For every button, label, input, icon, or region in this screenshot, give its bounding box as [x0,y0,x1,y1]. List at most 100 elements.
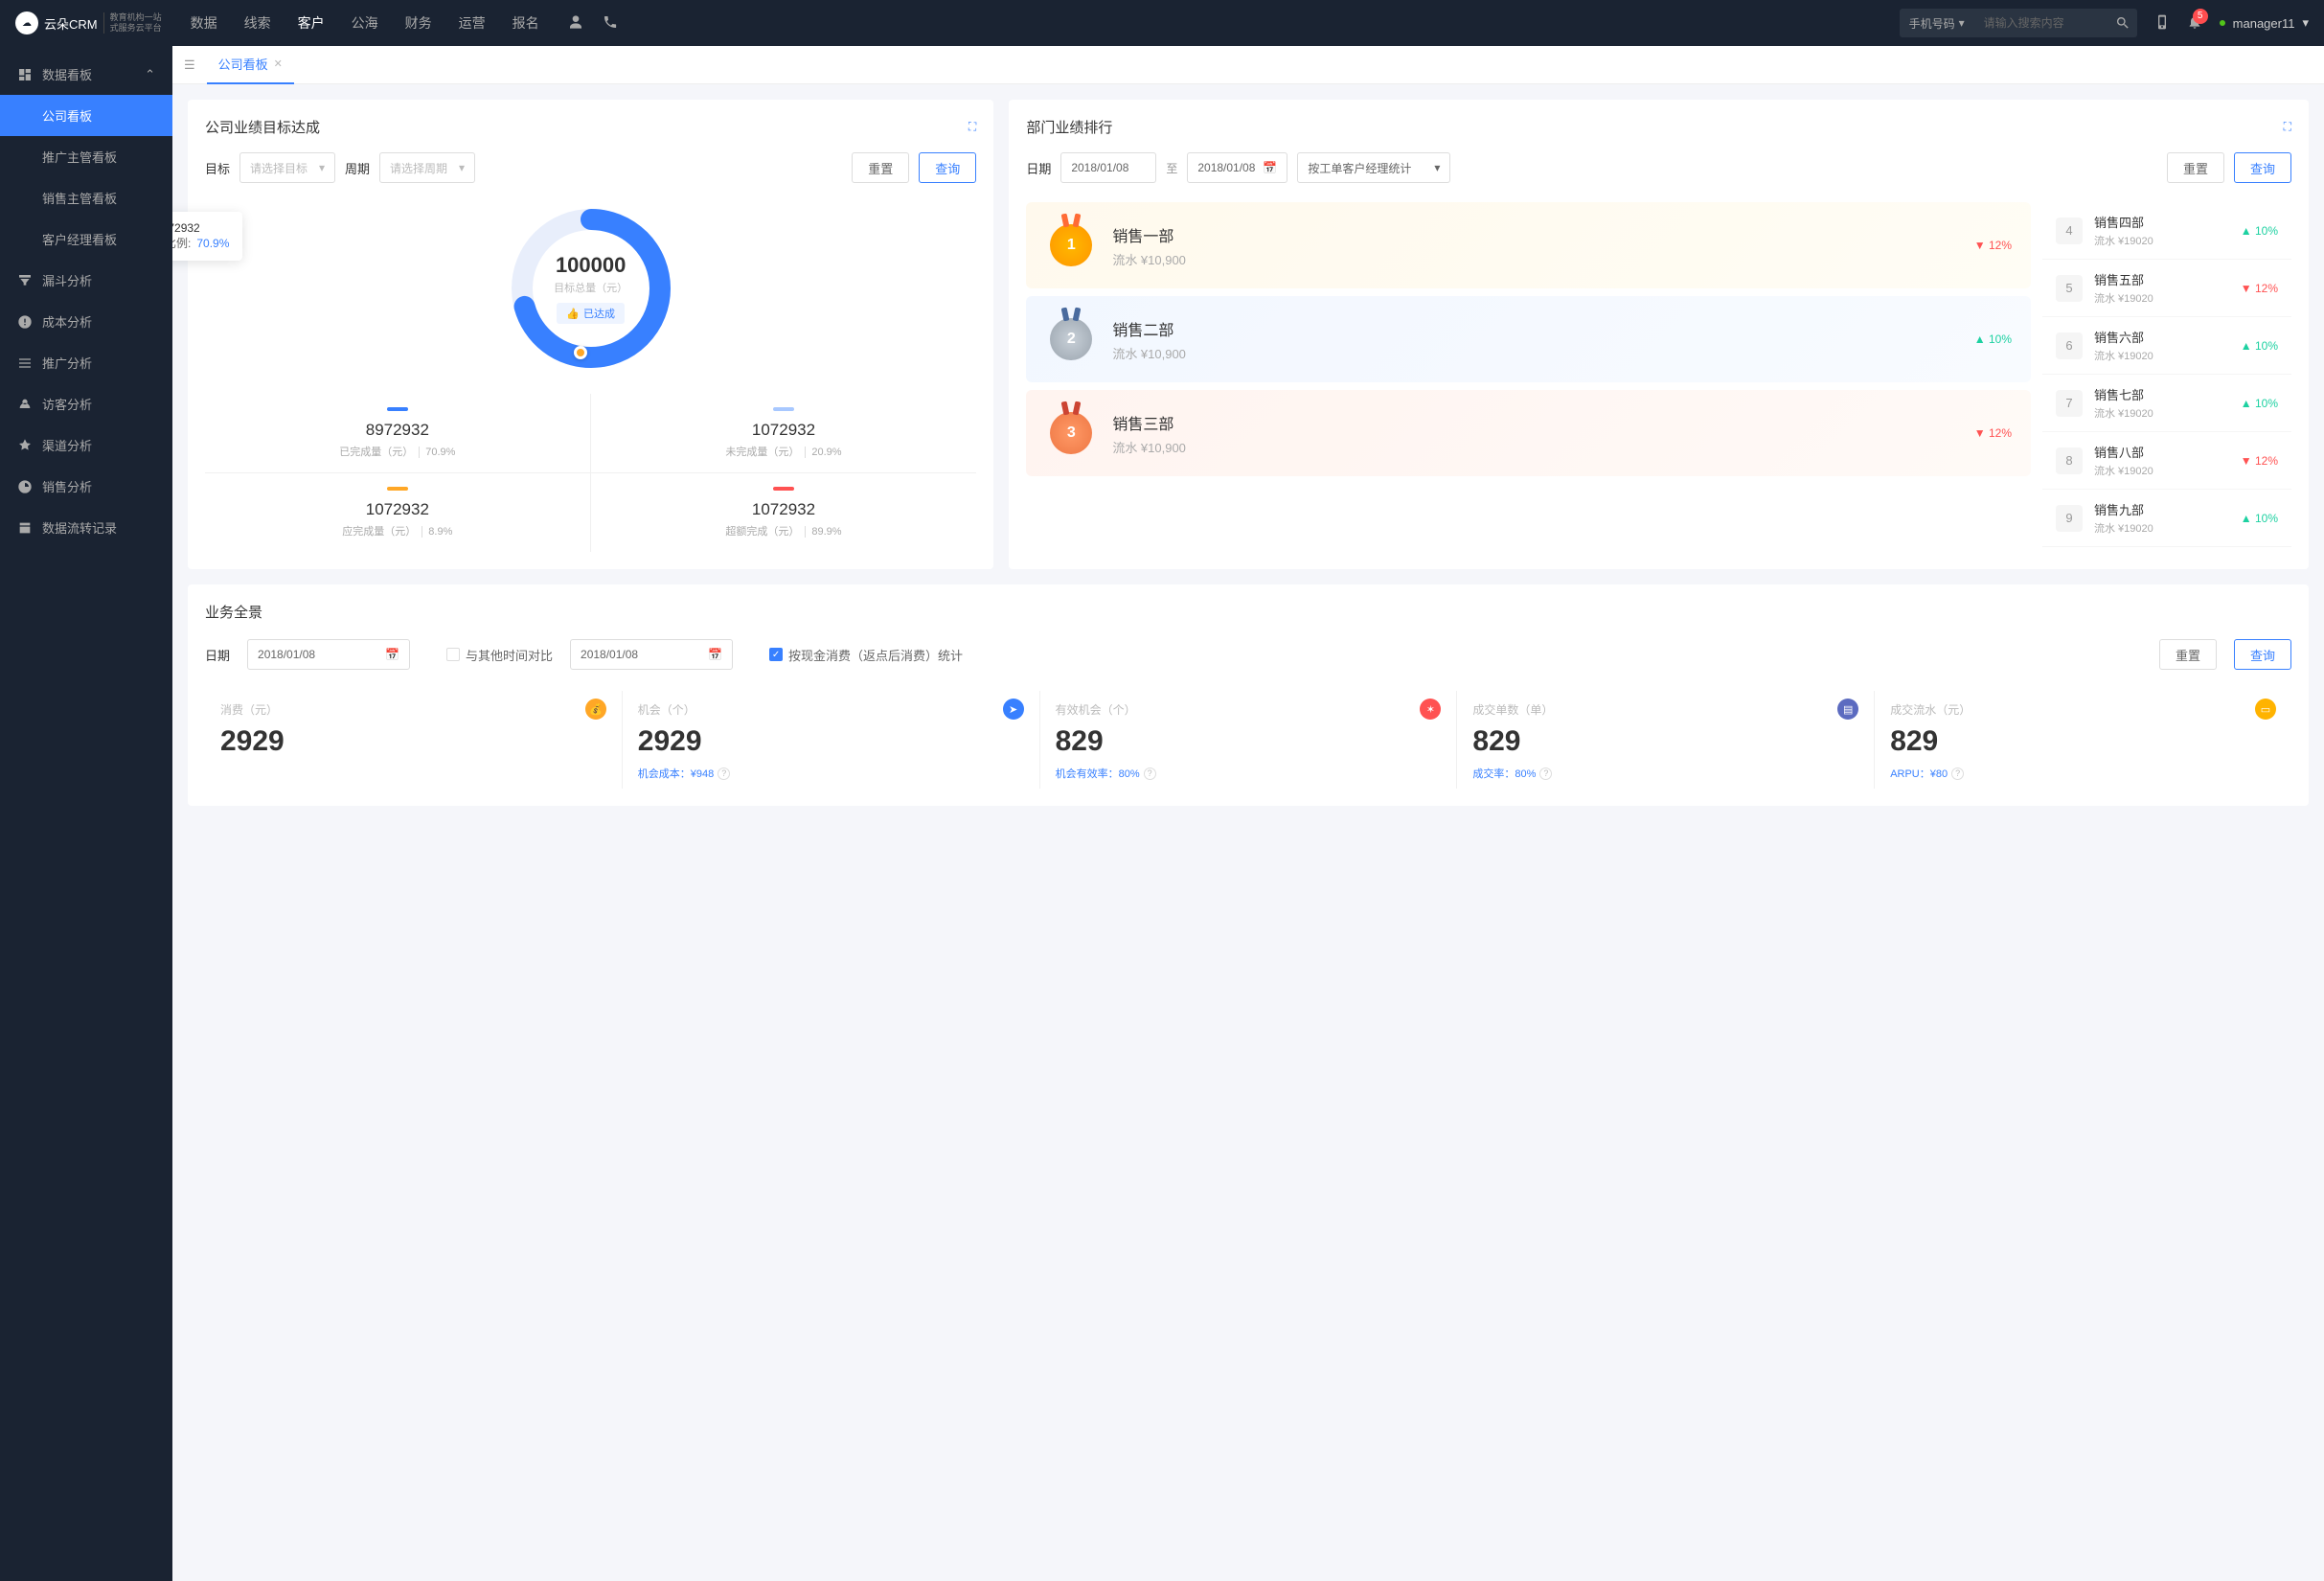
help-icon[interactable]: ? [1951,768,1964,780]
checkbox-icon [446,648,460,661]
nav-item-2[interactable]: 客户 [298,13,325,33]
sidebar-toggle-icon[interactable]: ☰ [184,57,195,73]
search-box: 手机号码▾ [1900,9,2137,37]
rank-card-title: 部门业绩排行 [1026,117,1112,137]
nav-item-6[interactable]: 报名 [513,13,539,33]
help-icon[interactable]: ? [1144,768,1156,780]
sidebar-icon [17,438,33,453]
cloud-icon: ☁ [15,11,38,34]
sidebar-sub-3[interactable]: 客户经理看板 [0,218,172,260]
rank-item-6[interactable]: 6销售六部流水 ¥19020▲ 10% [2042,317,2291,375]
date-separator: 至 [1166,160,1177,176]
goal-stat: 1072932应完成量（元）8.9% [205,473,591,552]
date-from-input[interactable]: 2018/01/08 [1060,152,1156,183]
rank-card-3[interactable]: 3销售三部流水 ¥10,900▼ 12% [1026,390,2031,476]
overview-date2-input[interactable]: 2018/01/08📅 [570,639,733,670]
sidebar-icon [17,479,33,494]
donut-chart: 100000 目标总量（元） 👍已达成 [505,202,677,375]
goal-stat: 1072932未完成量（元）20.9% [591,394,977,473]
metric-card: 成交流水（元）▭829ARPU：¥80 ? [1875,691,2291,789]
rank-item-7[interactable]: 7销售七部流水 ¥19020▲ 10% [2042,375,2291,432]
sidebar-sub-1[interactable]: 推广主管看板 [0,136,172,177]
date-label: 日期 [205,646,230,664]
date-label: 日期 [1026,159,1051,177]
rank-item-8[interactable]: 8销售八部流水 ¥19020▼ 12% [2042,432,2291,490]
metric-icon: ▭ [2255,699,2276,720]
sidebar-parent-databoard[interactable]: 数据看板 ⌃ [0,54,172,95]
logo-subtitle: 教育机构一站式服务云平台 [103,12,162,34]
query-button[interactable]: 查询 [919,152,976,183]
donut-total: 100000 [556,253,626,278]
metric-card: 消费（元）💰2929 [205,691,623,789]
query-button[interactable]: 查询 [2234,152,2291,183]
search-type-select[interactable]: 手机号码▾ [1900,15,1974,32]
bell-icon[interactable]: 5 [2187,14,2202,33]
reset-button[interactable]: 重置 [852,152,909,183]
sidebar-sub-2[interactable]: 销售主管看板 [0,177,172,218]
tab-bar: ☰ 公司看板 ✕ [172,46,2324,84]
donut-total-label: 目标总量（元） [554,280,627,295]
reset-button[interactable]: 重置 [2167,152,2224,183]
sidebar-item-0[interactable]: 漏斗分析 [0,260,172,301]
nav-item-3[interactable]: 公海 [352,13,378,33]
overview-title: 业务全景 [205,602,2291,622]
sidebar-icon [17,273,33,288]
rank-item-9[interactable]: 9销售九部流水 ¥19020▲ 10% [2042,490,2291,547]
mobile-icon[interactable] [2154,14,2170,33]
tab-company-board[interactable]: 公司看板 ✕ [207,46,294,84]
nav-item-5[interactable]: 运营 [459,13,486,33]
sidebar-item-2[interactable]: 推广分析 [0,342,172,383]
sidebar-item-5[interactable]: 销售分析 [0,466,172,507]
stat-by-select[interactable]: 按工单客户经理统计▾ [1297,152,1450,183]
metric-icon: ➤ [1003,699,1024,720]
calendar-icon: 📅 [385,648,399,661]
metric-card: 机会（个）➤2929机会成本：¥948 ? [623,691,1040,789]
thumbs-up-icon: 👍 [566,308,580,320]
calendar-icon: 📅 [1263,161,1277,174]
goal-stat: 8972932已完成量（元）70.9% [205,394,591,473]
sidebar-icon [17,355,33,371]
notification-badge: 5 [2193,9,2208,24]
rank-card-2[interactable]: 2销售二部流水 ¥10,900▲ 10% [1026,296,2031,382]
metric-card: 成交单数（单）▤829成交率：80% ? [1457,691,1875,789]
achieved-badge: 👍已达成 [557,303,625,324]
medal-icon: 3 [1045,407,1097,459]
nav-item-0[interactable]: 数据 [191,13,217,33]
user-icon[interactable] [568,14,583,33]
help-icon[interactable]: ? [718,768,730,780]
rank-item-4[interactable]: 4销售四部流水 ¥19020▲ 10% [2042,202,2291,260]
nav-item-4[interactable]: 财务 [405,13,432,33]
sidebar-sub-0[interactable]: 公司看板 [0,95,172,136]
target-label: 目标 [205,159,230,177]
main-nav: 数据 线索 客户 公海 财务 运营 报名 [191,13,539,33]
phone-icon[interactable] [603,14,618,33]
reset-button[interactable]: 重置 [2159,639,2217,670]
compare-checkbox[interactable]: 与其他时间对比 [446,646,553,664]
cash-checkbox[interactable]: ✓ 按现金消费（返点后消费）统计 [769,646,963,664]
sidebar-icon [17,520,33,536]
expand-icon[interactable]: ⛶ [2284,120,2291,134]
overview-date1-input[interactable]: 2018/01/08📅 [247,639,410,670]
sidebar-icon [17,314,33,330]
sidebar-item-6[interactable]: 数据流转记录 [0,507,172,548]
search-input[interactable] [1974,16,2108,30]
target-select[interactable]: 请选择目标▾ [239,152,335,183]
expand-icon[interactable]: ⛶ [968,120,976,134]
sidebar-item-1[interactable]: 成本分析 [0,301,172,342]
rank-item-5[interactable]: 5销售五部流水 ¥19020▼ 12% [2042,260,2291,317]
help-icon[interactable]: ? [1539,768,1552,780]
sidebar-item-4[interactable]: 渠道分析 [0,424,172,466]
period-select[interactable]: 请选择周期▾ [379,152,475,183]
goal-stat: 1072932超额完成（元）89.9% [591,473,977,552]
query-button[interactable]: 查询 [2234,639,2291,670]
close-icon[interactable]: ✕ [274,57,283,70]
date-to-input[interactable]: 2018/01/08📅 [1187,152,1287,183]
chevron-up-icon: ⌃ [145,67,155,82]
user-menu[interactable]: manager11▾ [2220,15,2309,31]
search-button[interactable] [2108,9,2137,37]
checkbox-checked-icon: ✓ [769,648,783,661]
nav-item-1[interactable]: 线索 [244,13,271,33]
sidebar-item-3[interactable]: 访客分析 [0,383,172,424]
rank-card-1[interactable]: 1销售一部流水 ¥10,900▼ 12% [1026,202,2031,288]
logo-brand: 云朵CRM [44,14,98,33]
